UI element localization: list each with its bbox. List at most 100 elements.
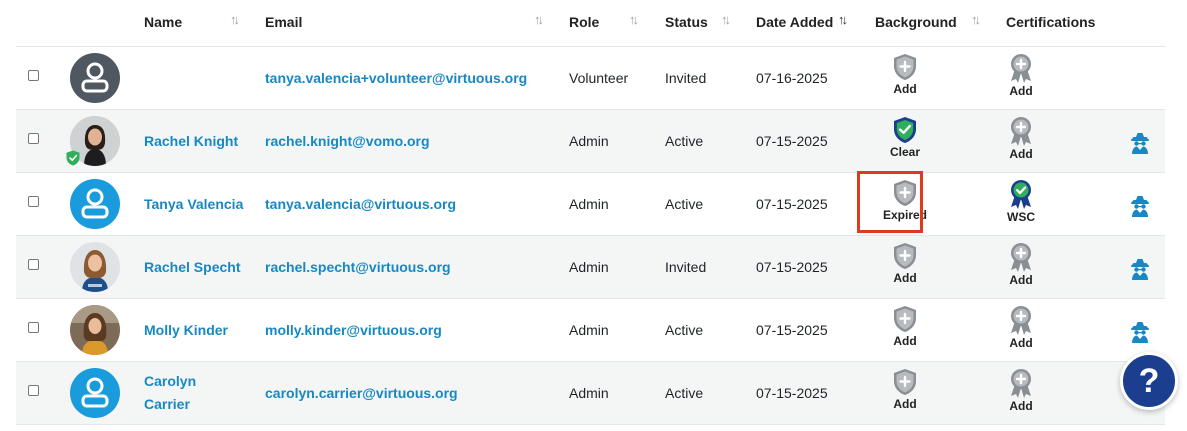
impersonate-spy-icon[interactable] <box>1128 130 1152 154</box>
user-email[interactable]: carolyn.carrier@virtuous.org <box>265 362 458 424</box>
certification-add[interactable]: Add <box>991 116 1051 161</box>
certification-status-label: Add <box>1009 336 1033 350</box>
ribbon-plus-icon <box>1011 306 1031 335</box>
impersonate-spy-icon[interactable] <box>1128 193 1152 217</box>
user-name[interactable]: Tanya Valencia <box>144 173 254 235</box>
background-status-label: Add <box>893 397 917 411</box>
row-checkbox[interactable] <box>28 385 39 396</box>
user-date-added: 07-15-2025 <box>756 133 828 149</box>
certification-status-label: Add <box>1009 147 1033 161</box>
users-table: Name ↑↓ Email ↑↓ Role ↑↓ Status ↑↓ Date … <box>16 0 1165 425</box>
row-checkbox[interactable] <box>28 133 39 144</box>
background-check-add[interactable]: Add <box>875 242 935 285</box>
ribbon-plus-icon <box>1011 54 1031 83</box>
user-role: Admin <box>569 259 609 275</box>
user-email[interactable]: tanya.valencia+volunteer@virtuous.org <box>265 47 527 109</box>
avatar-placeholder[interactable] <box>70 179 120 229</box>
table-row: Carolyn Carrier carolyn.carrier@virtuous… <box>16 362 1165 425</box>
header-name[interactable]: Name <box>144 14 182 30</box>
shield-check-icon <box>894 117 916 143</box>
ribbon-check-icon <box>1011 180 1031 209</box>
user-date-added: 07-15-2025 <box>756 322 828 338</box>
header-email[interactable]: Email <box>265 14 302 30</box>
certification-status-label: Add <box>1009 84 1033 98</box>
user-email[interactable]: tanya.valencia@virtuous.org <box>265 173 456 235</box>
user-role: Volunteer <box>569 70 629 86</box>
user-status: Invited <box>665 259 707 275</box>
user-status: Active <box>665 385 704 401</box>
impersonate-spy-icon[interactable] <box>1128 319 1152 343</box>
user-name[interactable]: Rachel Specht <box>144 236 254 298</box>
user-name[interactable] <box>144 47 254 109</box>
help-button[interactable]: ? <box>1120 352 1178 410</box>
row-checkbox[interactable] <box>28 322 39 333</box>
table-row: Tanya Valencia tanya.valencia@virtuous.o… <box>16 173 1165 236</box>
sort-date-added-icon[interactable]: ↑↓ <box>838 12 848 27</box>
table-row: Rachel Knight rachel.knight@vomo.org Adm… <box>16 110 1165 173</box>
shield-plus-icon <box>894 180 916 206</box>
header-role[interactable]: Role <box>569 14 599 30</box>
user-date-added: 07-15-2025 <box>756 259 828 275</box>
sort-email-icon[interactable]: ↑↓ <box>534 12 544 27</box>
background-check-expired[interactable]: Expired <box>875 179 935 222</box>
background-check-clear[interactable]: Clear <box>875 116 935 159</box>
background-status-label: Add <box>893 271 917 285</box>
row-checkbox[interactable] <box>28 196 39 207</box>
ribbon-plus-icon <box>1011 243 1031 272</box>
shield-plus-icon <box>894 306 916 332</box>
user-status: Invited <box>665 70 707 86</box>
avatar-photo[interactable] <box>70 305 120 355</box>
user-email[interactable]: molly.kinder@virtuous.org <box>265 299 442 361</box>
shield-plus-icon <box>894 243 916 269</box>
user-role: Admin <box>569 385 609 401</box>
background-check-add[interactable]: Add <box>875 305 935 348</box>
user-name[interactable]: Rachel Knight <box>144 110 254 172</box>
background-status-label: Add <box>893 82 917 96</box>
avatar-placeholder[interactable] <box>70 368 120 418</box>
certification-add[interactable]: Add <box>991 305 1051 350</box>
sort-status-icon[interactable]: ↑↓ <box>721 12 731 27</box>
user-role: Admin <box>569 133 609 149</box>
header-status[interactable]: Status <box>665 14 708 30</box>
table-row: Rachel Specht rachel.specht@virtuous.org… <box>16 236 1165 299</box>
row-checkbox[interactable] <box>28 70 39 81</box>
shield-plus-icon <box>894 54 916 80</box>
certification-add[interactable]: Add <box>991 242 1051 287</box>
user-email[interactable]: rachel.specht@virtuous.org <box>265 236 451 298</box>
user-date-added: 07-15-2025 <box>756 196 828 212</box>
background-status-label: Expired <box>882 208 927 222</box>
certification-wsc[interactable]: WSC <box>991 179 1051 224</box>
header-date-added[interactable]: Date Added <box>756 14 833 30</box>
background-status-label: Add <box>893 334 917 348</box>
sort-background-icon[interactable]: ↑↓ <box>971 12 981 27</box>
certification-add[interactable]: Add <box>991 53 1051 98</box>
avatar-placeholder[interactable] <box>70 53 120 103</box>
certification-status-label: Add <box>1009 273 1033 287</box>
user-email[interactable]: rachel.knight@vomo.org <box>265 110 430 172</box>
header-background[interactable]: Background <box>875 14 957 30</box>
row-checkbox[interactable] <box>28 259 39 270</box>
background-check-add[interactable]: Add <box>875 368 935 411</box>
sort-name-icon[interactable]: ↑↓ <box>230 12 240 27</box>
impersonate-spy-icon[interactable] <box>1128 256 1152 280</box>
ribbon-plus-icon <box>1011 369 1031 398</box>
table-header: Name ↑↓ Email ↑↓ Role ↑↓ Status ↑↓ Date … <box>16 0 1165 47</box>
user-role: Admin <box>569 322 609 338</box>
sort-role-icon[interactable]: ↑↓ <box>629 12 639 27</box>
table-row: Molly Kinder molly.kinder@virtuous.org A… <box>16 299 1165 362</box>
certification-status-label: Add <box>1009 399 1033 413</box>
user-name[interactable]: Molly Kinder <box>144 299 254 361</box>
user-status: Active <box>665 196 704 212</box>
background-status-label: Clear <box>889 145 921 159</box>
avatar-photo[interactable] <box>70 242 120 292</box>
ribbon-plus-icon <box>1011 117 1031 146</box>
user-status: Active <box>665 133 704 149</box>
certification-add[interactable]: Add <box>991 368 1051 413</box>
user-date-added: 07-16-2025 <box>756 70 828 86</box>
user-status: Active <box>665 322 704 338</box>
verified-shield-icon <box>66 150 80 166</box>
user-name[interactable]: Carolyn Carrier <box>144 362 254 424</box>
table-row: tanya.valencia+volunteer@virtuous.org Vo… <box>16 47 1165 110</box>
background-check-add[interactable]: Add <box>875 53 935 96</box>
user-role: Admin <box>569 196 609 212</box>
